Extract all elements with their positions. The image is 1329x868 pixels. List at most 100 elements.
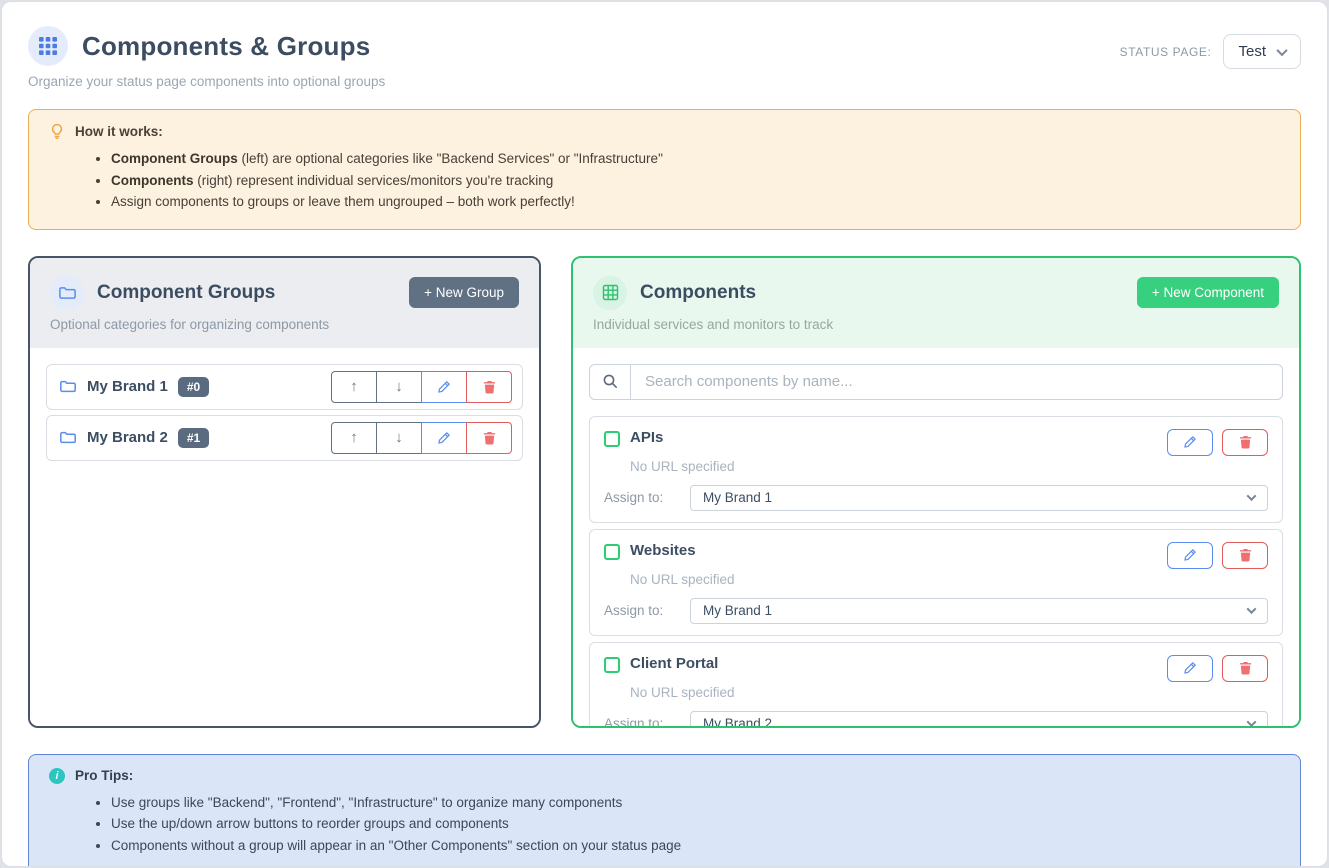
delete-component-button[interactable]	[1222, 429, 1268, 456]
component-row: APIs No URL specified Assign to: My Bran…	[589, 416, 1283, 523]
delete-component-button[interactable]	[1222, 655, 1268, 682]
assign-to-label: Assign to:	[604, 490, 690, 505]
edit-component-button[interactable]	[1167, 542, 1213, 569]
component-actions	[1167, 429, 1268, 456]
trash-icon	[1239, 661, 1252, 675]
delete-group-button[interactable]	[466, 371, 512, 403]
pencil-icon	[437, 431, 451, 445]
components-panel-subtitle: Individual services and monitors to trac…	[593, 317, 1279, 332]
chevron-down-icon	[1247, 717, 1257, 725]
pro-tip-bullet: Use groups like "Backend", "Frontend", "…	[111, 792, 1280, 814]
components-grid-icon	[28, 26, 68, 66]
page-title: Components & Groups	[82, 31, 370, 62]
assigned-group-value: My Brand 1	[703, 490, 772, 505]
pro-tips-box: i Pro Tips: Use groups like "Backend", "…	[28, 754, 1301, 868]
components-panel-header: Components + New Component Individual se…	[573, 258, 1299, 348]
assign-group-select[interactable]: My Brand 1	[690, 485, 1268, 511]
assigned-group-value: My Brand 1	[703, 603, 772, 618]
trash-icon	[1239, 435, 1252, 449]
how-it-works-bullet: Component Groups (left) are optional cat…	[111, 148, 1280, 170]
folder-icon	[59, 430, 77, 445]
assign-to-label: Assign to:	[604, 716, 690, 726]
folder-icon	[50, 276, 84, 310]
search-input[interactable]	[631, 364, 1283, 400]
component-groups-panel: Component Groups + New Group Optional ca…	[28, 256, 541, 728]
pro-tips-list: Use groups like "Backend", "Frontend", "…	[111, 792, 1280, 857]
edit-component-button[interactable]	[1167, 655, 1213, 682]
move-down-button[interactable]: ↓	[376, 371, 422, 403]
pro-tip-bullet: Components without a group will appear i…	[111, 835, 1280, 857]
panels-row: Component Groups + New Group Optional ca…	[28, 256, 1301, 728]
move-up-button[interactable]: ↑	[331, 422, 377, 454]
component-url-status: No URL specified	[630, 685, 1268, 700]
edit-group-button[interactable]	[421, 422, 467, 454]
move-up-button[interactable]: ↑	[331, 371, 377, 403]
group-name: My Brand 2	[87, 429, 168, 446]
status-page-selector: STATUS PAGE: Test	[1120, 34, 1301, 69]
assign-group-select[interactable]: My Brand 2	[690, 711, 1268, 726]
how-it-works-bullet: Assign components to groups or leave the…	[111, 191, 1280, 213]
how-it-works-bullet: Components (right) represent individual …	[111, 170, 1280, 192]
groups-panel-header: Component Groups + New Group Optional ca…	[30, 258, 539, 348]
how-it-works-list: Component Groups (left) are optional cat…	[111, 148, 1280, 213]
edit-group-button[interactable]	[421, 371, 467, 403]
groups-panel-title: Component Groups	[97, 282, 275, 304]
group-actions: ↑ ↓	[331, 371, 512, 403]
component-name: Client Portal	[630, 655, 718, 672]
info-icon: i	[49, 768, 65, 784]
chevron-down-icon	[1247, 491, 1257, 501]
component-name: Websites	[630, 542, 696, 559]
components-body: APIs No URL specified Assign to: My Bran…	[573, 348, 1299, 726]
new-group-button[interactable]: + New Group	[409, 277, 519, 308]
component-checkbox[interactable]	[604, 657, 620, 673]
group-actions: ↑ ↓	[331, 422, 512, 454]
pencil-icon	[437, 380, 451, 394]
folder-icon	[59, 379, 77, 394]
component-row: Websites No URL specified Assign to: My …	[589, 529, 1283, 636]
group-name: My Brand 1	[87, 378, 168, 395]
page-card: Components & Groups Organize your status…	[1, 1, 1328, 867]
group-order-badge: #0	[178, 377, 209, 397]
move-down-button[interactable]: ↓	[376, 422, 422, 454]
chevron-down-icon	[1247, 604, 1257, 614]
groups-list: My Brand 1 #0 ↑ ↓ My Brand 2 #1	[30, 348, 539, 726]
components-panel-title: Components	[640, 282, 756, 304]
group-row: My Brand 2 #1 ↑ ↓	[46, 415, 523, 461]
page-subtitle: Organize your status page components int…	[28, 74, 385, 89]
component-url-status: No URL specified	[630, 459, 1268, 474]
component-checkbox[interactable]	[604, 431, 620, 447]
components-list: APIs No URL specified Assign to: My Bran…	[589, 416, 1283, 726]
group-order-badge: #1	[178, 428, 209, 448]
group-row: My Brand 1 #0 ↑ ↓	[46, 364, 523, 410]
status-page-dropdown[interactable]: Test	[1223, 34, 1301, 69]
component-actions	[1167, 655, 1268, 682]
component-search	[589, 364, 1283, 400]
pro-tips-title: Pro Tips:	[75, 768, 133, 783]
trash-icon	[1239, 548, 1252, 562]
delete-component-button[interactable]	[1222, 542, 1268, 569]
search-icon	[589, 364, 631, 400]
how-it-works-box: How it works: Component Groups (left) ar…	[28, 109, 1301, 230]
edit-component-button[interactable]	[1167, 429, 1213, 456]
pro-tip-bullet: Use the up/down arrow buttons to reorder…	[111, 813, 1280, 835]
chevron-down-icon	[1276, 44, 1287, 55]
new-component-button[interactable]: + New Component	[1137, 277, 1279, 308]
component-row: Client Portal No URL specified Assign to…	[589, 642, 1283, 726]
table-grid-icon	[593, 276, 627, 310]
component-checkbox[interactable]	[604, 544, 620, 560]
component-actions	[1167, 542, 1268, 569]
status-page-label: STATUS PAGE:	[1120, 45, 1212, 59]
delete-group-button[interactable]	[466, 422, 512, 454]
groups-panel-subtitle: Optional categories for organizing compo…	[50, 317, 519, 332]
pencil-icon	[1183, 548, 1197, 562]
pencil-icon	[1183, 661, 1197, 675]
trash-icon	[483, 380, 496, 394]
assign-group-select[interactable]: My Brand 1	[690, 598, 1268, 624]
assign-to-label: Assign to:	[604, 603, 690, 618]
trash-icon	[483, 431, 496, 445]
page-header: Components & Groups Organize your status…	[28, 26, 1301, 89]
components-panel: Components + New Component Individual se…	[571, 256, 1301, 728]
lightbulb-icon	[49, 123, 65, 140]
status-page-value: Test	[1238, 43, 1266, 60]
pencil-icon	[1183, 435, 1197, 449]
